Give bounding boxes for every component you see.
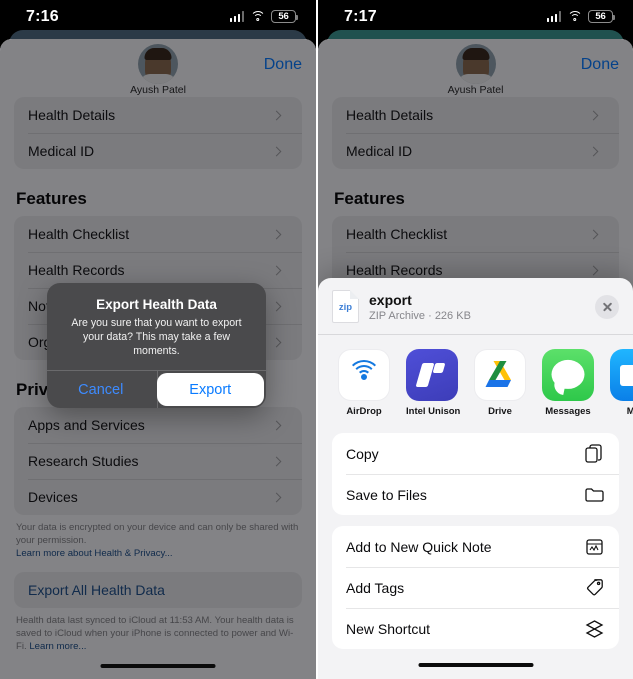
app-label: Intel Unison — [406, 406, 461, 417]
row-health-details[interactable]: Health Details — [332, 97, 619, 133]
battery-level: 56 — [278, 11, 289, 22]
status-time: 7:17 — [344, 7, 377, 25]
right-phone-screen: 7:17 56 Ayush Patel Done Health Details — [318, 0, 633, 679]
file-meta: ZIP Archive · 226 KB — [369, 309, 471, 322]
share-file-header: zip export ZIP Archive · 226 KB — [318, 278, 633, 335]
row-label: Health Details — [346, 107, 434, 123]
panel-divider — [316, 0, 318, 679]
action-add-tags[interactable]: Add Tags — [332, 567, 619, 608]
cancel-button[interactable]: Cancel — [47, 371, 155, 408]
chevron-right-icon — [588, 265, 599, 275]
share-target-drive[interactable]: Drive — [474, 349, 526, 417]
status-indicators: 56 — [229, 10, 299, 23]
action-new-shortcut[interactable]: New Shortcut — [332, 608, 619, 649]
status-indicators: 56 — [546, 10, 616, 23]
row-label: Medical ID — [346, 143, 413, 159]
right-status-bar: 7:17 56 — [318, 0, 633, 33]
action-save-to-files[interactable]: Save to Files — [332, 474, 619, 515]
sheet-header: Ayush Patel Done — [318, 39, 633, 97]
quick-note-icon — [584, 536, 605, 557]
row-medical-id[interactable]: Medical ID — [332, 133, 619, 169]
action-label: Add to New Quick Note — [346, 538, 492, 555]
share-target-messages[interactable]: Messages — [542, 349, 594, 417]
row-health-checklist[interactable]: Health Checklist — [332, 216, 619, 252]
zip-file-icon: zip — [332, 290, 359, 323]
share-target-intel-unison[interactable]: Intel Unison — [406, 349, 461, 417]
action-label: Add Tags — [346, 579, 405, 596]
folder-icon — [584, 484, 605, 505]
avatar[interactable] — [455, 44, 496, 84]
app-label: Mail — [626, 406, 633, 417]
share-actions-group-2: Add to New Quick Note Add Tags New Short… — [332, 526, 619, 649]
messages-icon — [542, 349, 594, 401]
home-indicator[interactable] — [418, 662, 533, 667]
action-label: New Shortcut — [346, 620, 431, 637]
share-actions-group-1: Copy Save to Files — [332, 433, 619, 515]
battery-level: 56 — [595, 11, 606, 22]
action-label: Copy — [346, 445, 379, 462]
export-button[interactable]: Export — [156, 373, 264, 406]
airdrop-icon — [338, 349, 390, 401]
share-target-mail[interactable]: Mail — [610, 349, 633, 417]
action-add-to-new-quick-note[interactable]: Add to New Quick Note — [332, 526, 619, 567]
profile-group: Health Details Medical ID — [332, 97, 619, 169]
chevron-right-icon — [588, 229, 599, 239]
alert-content: Export Health Data Are you sure that you… — [47, 283, 266, 370]
mail-icon — [610, 349, 633, 401]
share-app-row[interactable]: AirDrop Intel Unison Drive Messages M — [318, 335, 633, 429]
file-info: export ZIP Archive · 226 KB — [369, 292, 471, 322]
google-drive-icon — [474, 349, 526, 401]
battery-icon: 56 — [271, 10, 299, 23]
export-health-data-alert: Export Health Data Are you sure that you… — [47, 283, 266, 408]
left-phone-screen: 7:16 56 Ayush Patel Done Health Details — [0, 0, 316, 679]
left-status-bar: 7:16 56 — [0, 0, 316, 33]
row-label: Health Records — [346, 262, 443, 278]
home-indicator[interactable] — [100, 663, 216, 668]
section-title-features: Features — [334, 189, 405, 208]
shortcuts-icon — [584, 618, 605, 639]
tag-icon — [584, 577, 605, 598]
wifi-icon — [250, 11, 265, 22]
screenshot-stage: 7:16 56 Ayush Patel Done Health Details — [0, 0, 633, 679]
battery-icon: 56 — [588, 10, 616, 23]
done-button[interactable]: Done — [581, 56, 619, 74]
share-target-airdrop[interactable]: AirDrop — [338, 349, 390, 417]
wifi-icon — [567, 11, 582, 22]
chevron-right-icon — [588, 110, 599, 120]
cellular-signal-icon — [229, 11, 244, 22]
zip-label: zip — [338, 302, 353, 313]
action-label: Save to Files — [346, 486, 427, 503]
alert-scrim: Export Health Data Are you sure that you… — [0, 0, 316, 679]
chevron-right-icon — [588, 146, 599, 156]
alert-message: Are you sure that you want to export you… — [71, 317, 242, 357]
share-sheet: zip export ZIP Archive · 226 KB AirDrop — [318, 278, 633, 679]
user-name: Ayush Patel — [447, 84, 504, 96]
app-label: Drive — [488, 406, 512, 417]
alert-title: Export Health Data — [96, 297, 217, 312]
app-label: Messages — [545, 406, 591, 417]
file-name: export — [369, 291, 412, 308]
alert-buttons: Cancel Export — [47, 370, 266, 408]
status-time: 7:16 — [26, 7, 59, 25]
close-icon[interactable] — [595, 294, 619, 319]
app-label: AirDrop — [346, 406, 382, 417]
action-copy[interactable]: Copy — [332, 433, 619, 474]
row-label: Health Checklist — [346, 226, 448, 242]
cellular-signal-icon — [546, 11, 561, 22]
intel-unison-icon — [406, 349, 458, 401]
copy-icon — [584, 443, 605, 464]
